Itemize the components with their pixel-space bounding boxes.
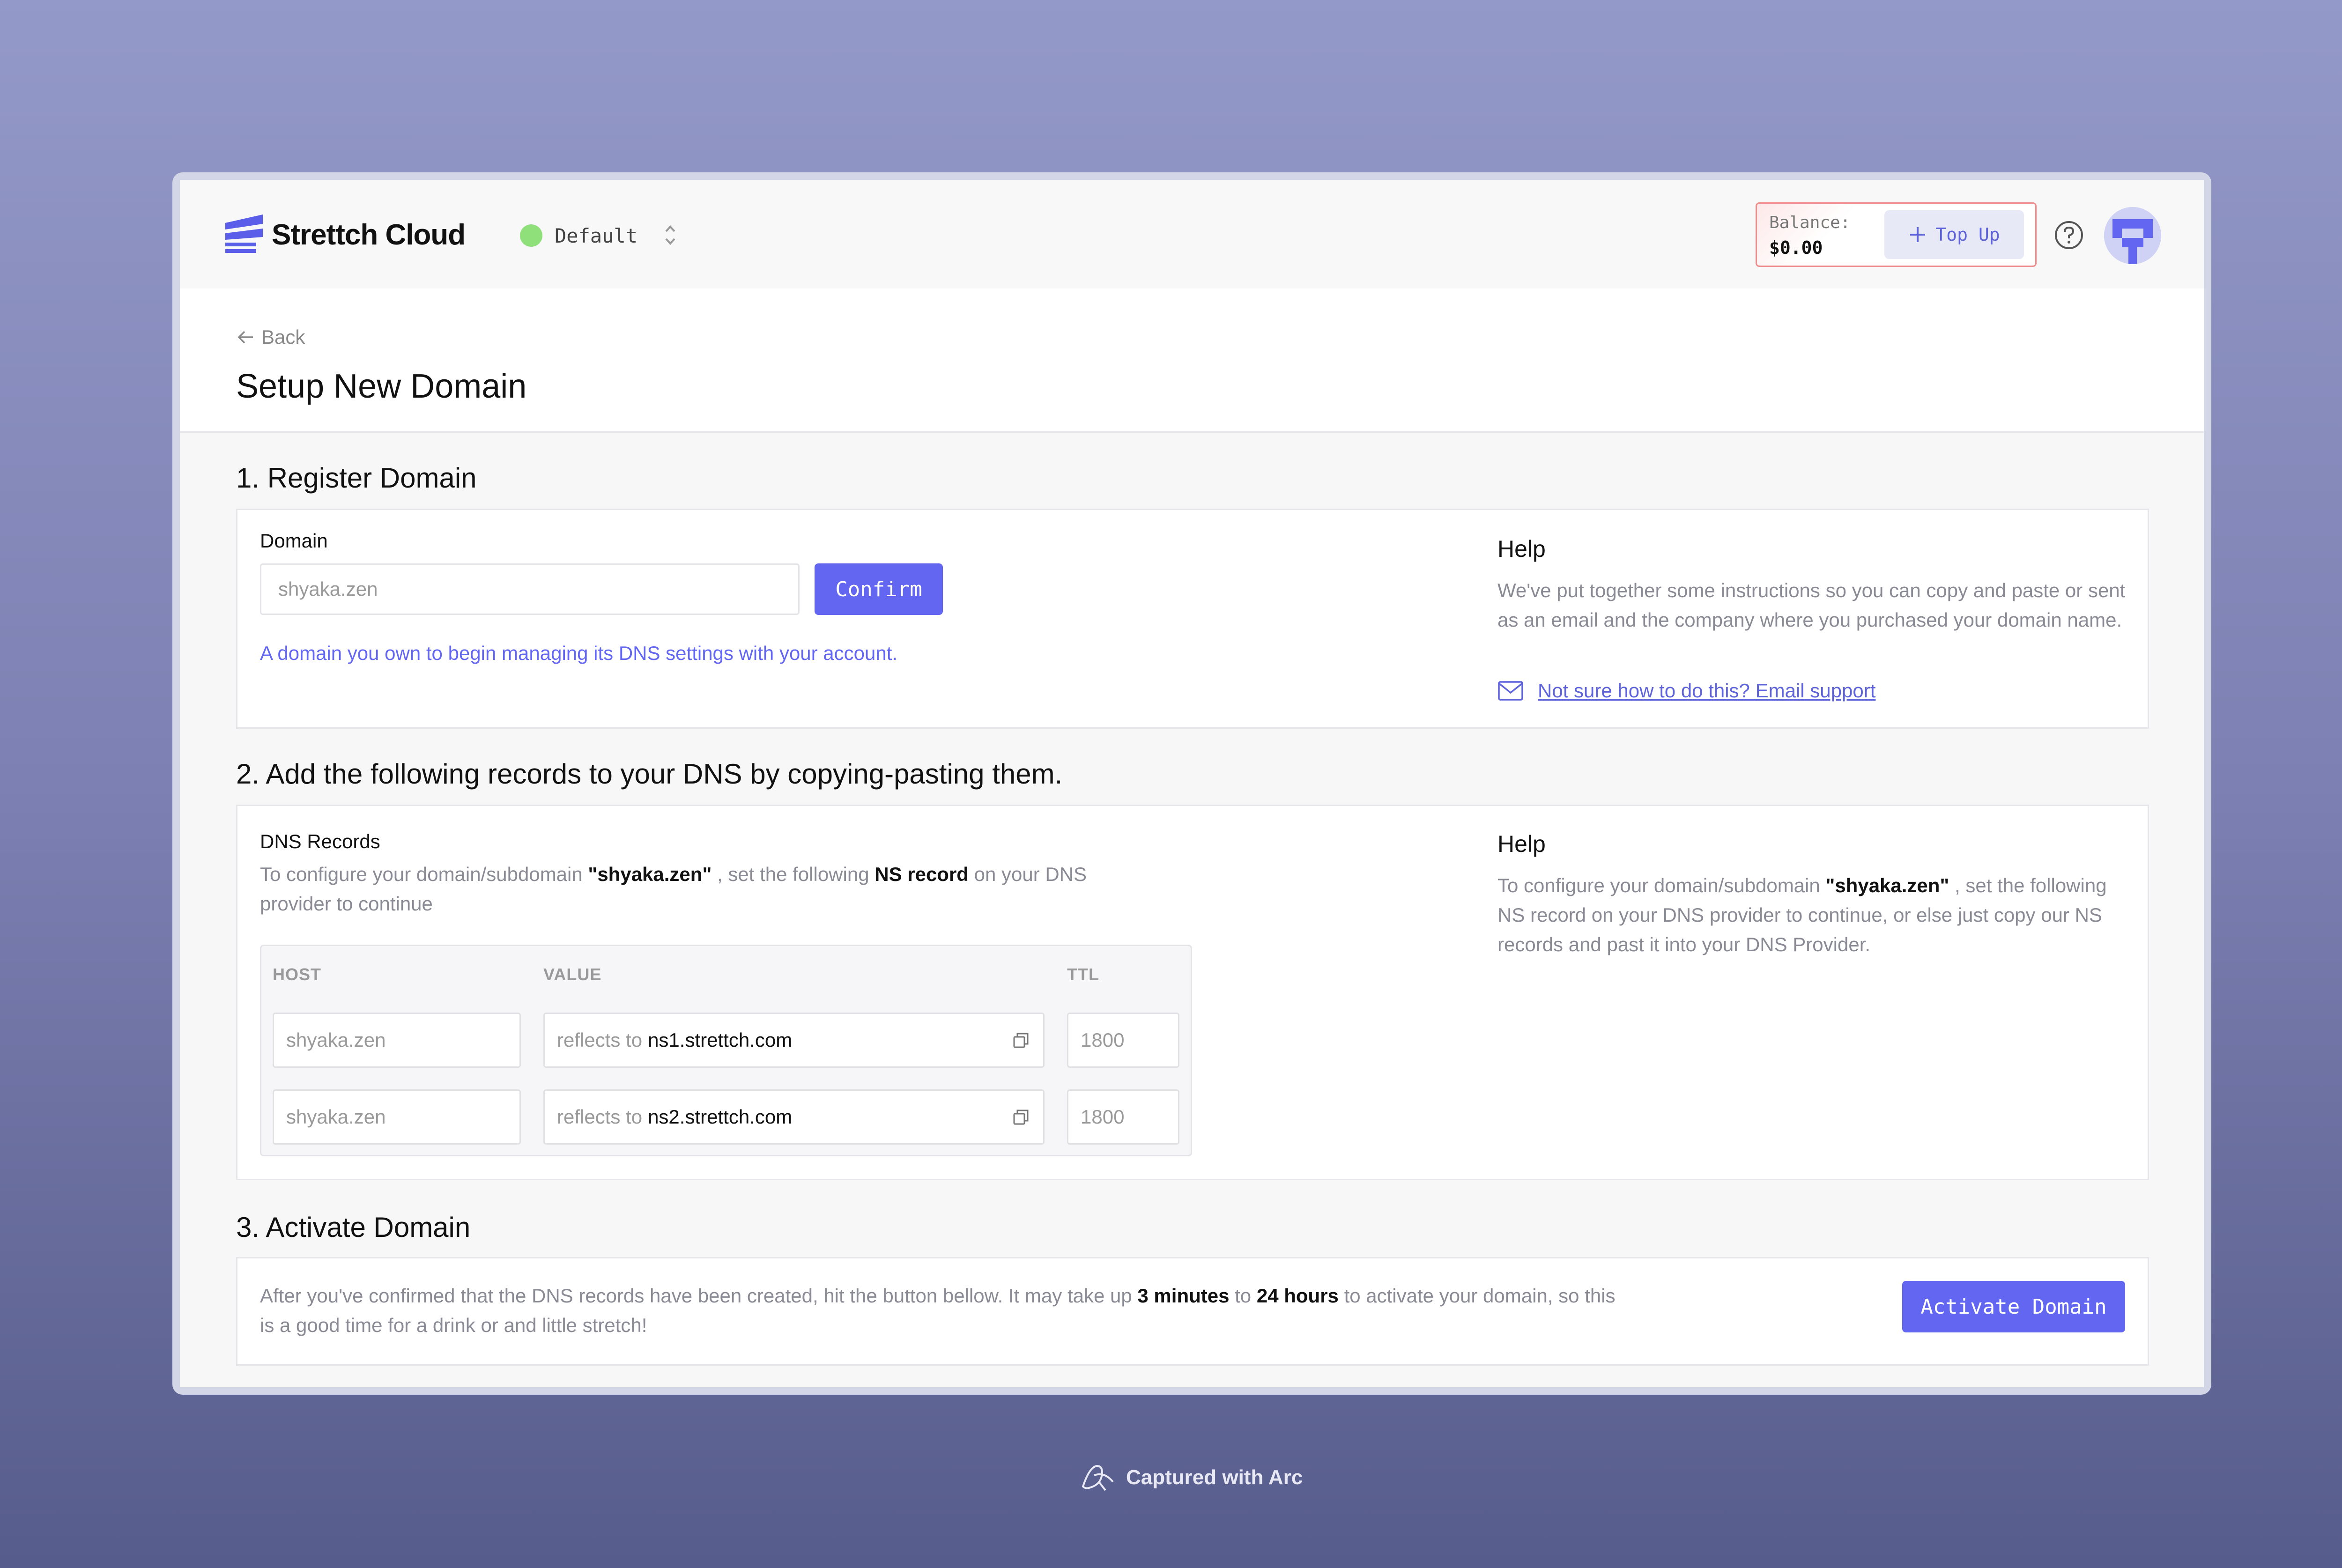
record-ttl-input[interactable]: 1800 — [1067, 1089, 1179, 1145]
dns-card: DNS Records To configure your domain/sub… — [236, 805, 2149, 1180]
activate-card: After you've confirmed that the DNS reco… — [236, 1257, 2149, 1366]
app-container: Strettch Cloud Default Balance: $0.00 To… — [180, 180, 2204, 1387]
strettch-logo-icon[interactable] — [225, 214, 263, 253]
record-value-field[interactable]: reflects to ns2.strettch.com — [543, 1089, 1045, 1145]
activate-description: After you've confirmed that the DNS reco… — [260, 1285, 1616, 1336]
footer-label: Captured with Arc — [1126, 1466, 1303, 1489]
brand-name[interactable]: Strettch Cloud — [272, 218, 466, 251]
top-bar: Strettch Cloud Default Balance: $0.00 To… — [180, 180, 2204, 288]
top-up-label: Top Up — [1935, 224, 2000, 245]
column-header-value: VALUE — [543, 965, 602, 984]
workspace-name[interactable]: Default — [555, 224, 637, 247]
column-header-host: HOST — [273, 965, 322, 984]
capture-footer: Captured with Arc — [1080, 1463, 1303, 1492]
mail-icon — [1498, 681, 1523, 701]
copy-icon[interactable] — [1012, 1109, 1030, 1126]
record-value-field[interactable]: reflects to ns1.strettch.com — [543, 1013, 1045, 1068]
record-ttl-input[interactable]: 1800 — [1067, 1013, 1179, 1068]
record-host-input[interactable]: shyaka.zen — [273, 1089, 521, 1145]
activate-heading: 3. Activate Domain — [236, 1212, 471, 1243]
arc-logo-icon — [1082, 1464, 1114, 1491]
workspace-status-dot — [520, 224, 542, 247]
dns-help-title: Help — [1497, 831, 1546, 857]
register-help-text: We've put together some instructions so … — [1497, 579, 2126, 631]
domain-label: Domain — [260, 530, 328, 552]
balance-box: Balance: $0.00 Top Up — [1756, 202, 2037, 267]
email-support-label[interactable]: Not sure how to do this? Email support — [1538, 680, 1875, 702]
register-heading: 1. Register Domain — [236, 462, 477, 494]
back-link[interactable]: Back — [236, 326, 305, 348]
top-up-button[interactable]: Top Up — [1884, 210, 2024, 259]
activate-domain-button[interactable]: Activate Domain — [1902, 1281, 2125, 1332]
balance-label: Balance: — [1769, 213, 1851, 232]
domain-input[interactable]: shyaka.zen — [260, 563, 800, 615]
browser-window: Strettch Cloud Default Balance: $0.00 To… — [172, 172, 2211, 1395]
help-circle-icon[interactable] — [2054, 220, 2084, 250]
balance-value: $0.00 — [1769, 237, 1823, 258]
record-host-input[interactable]: shyaka.zen — [273, 1013, 521, 1068]
register-card: Domain shyaka.zen Confirm A domain you o… — [236, 509, 2149, 729]
page-header: Back Setup New Domain — [180, 288, 2204, 433]
email-support-link[interactable]: Not sure how to do this? Email support — [1497, 680, 1875, 702]
column-header-ttl: TTL — [1067, 965, 1099, 984]
dns-heading: 2. Add the following records to your DNS… — [236, 758, 1063, 790]
arrow-left-icon — [237, 331, 253, 344]
page-title: Setup New Domain — [236, 368, 527, 405]
dns-records-title: DNS Records — [260, 830, 380, 852]
domain-hint: A domain you own to begin managing its D… — [260, 642, 898, 664]
plus-icon — [1910, 227, 1926, 242]
dns-description: To configure your domain/subdomain "shya… — [260, 863, 1087, 915]
chevron-up-down-icon[interactable] — [662, 221, 678, 249]
user-avatar[interactable] — [2104, 207, 2161, 264]
register-help-title: Help — [1497, 536, 1546, 562]
copy-icon[interactable] — [1012, 1032, 1030, 1050]
pixel-avatar-icon — [2104, 207, 2161, 264]
back-label: Back — [261, 326, 305, 348]
dns-help-text: To configure your domain/subdomain "shya… — [1497, 874, 2107, 955]
dns-records-table: HOST VALUE TTL shyaka.zen reflects to ns1… — [260, 945, 1192, 1156]
confirm-button[interactable]: Confirm — [815, 563, 943, 615]
